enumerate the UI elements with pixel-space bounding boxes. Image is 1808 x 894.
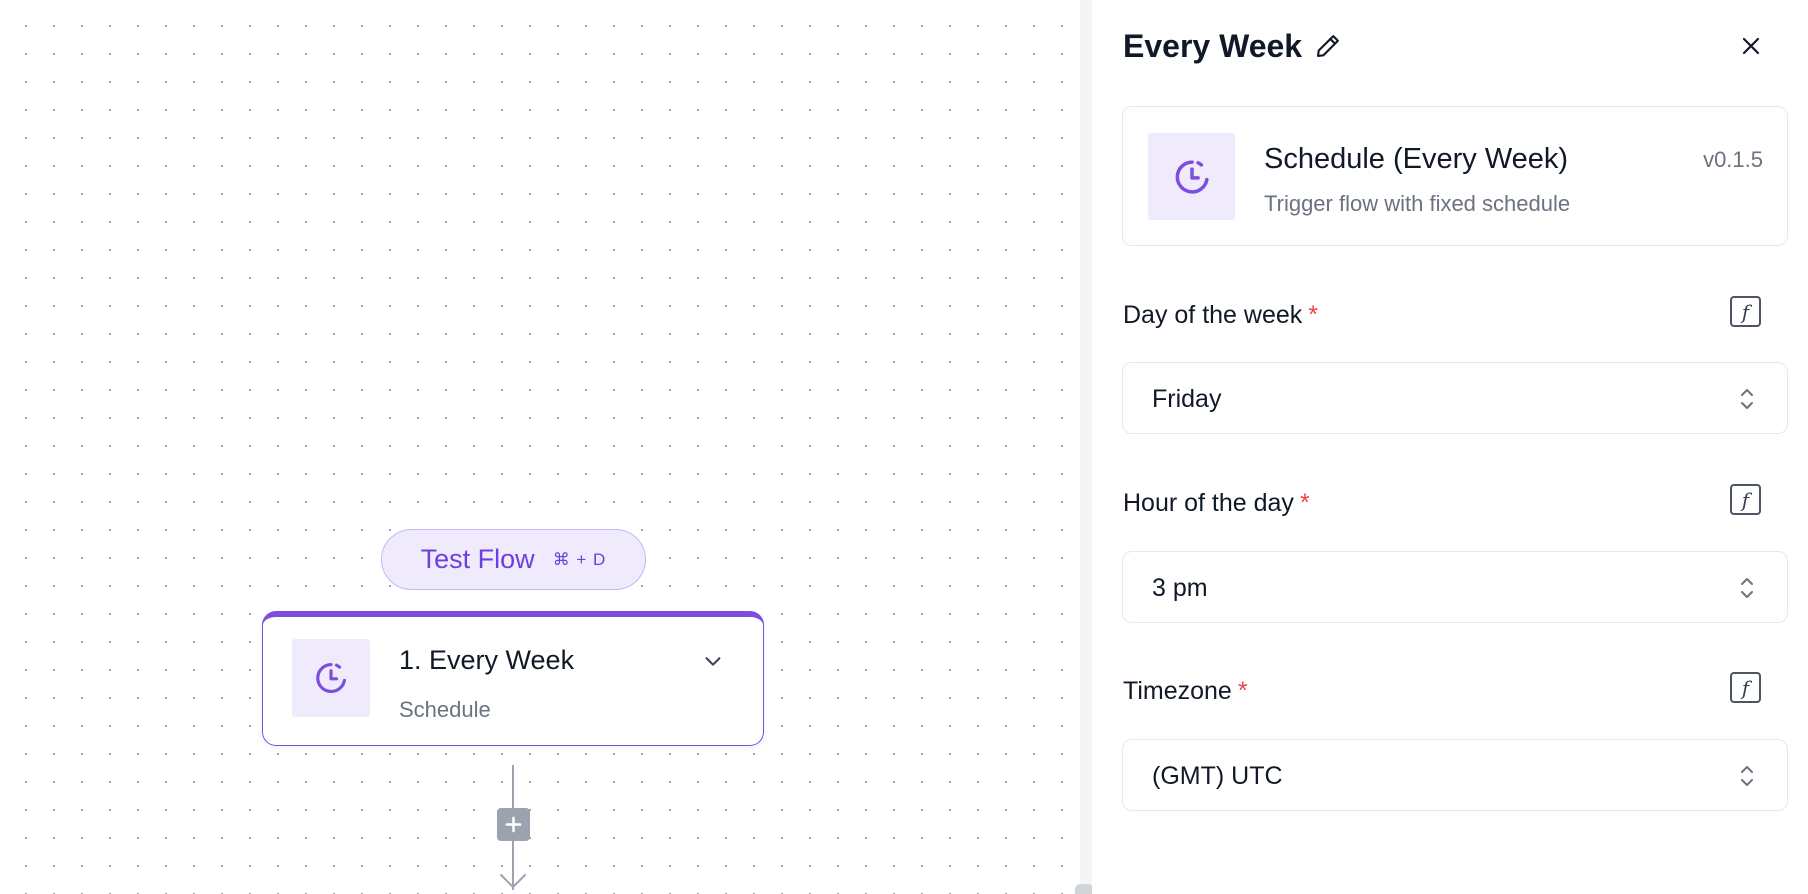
clock-icon xyxy=(316,662,347,694)
panel-resize-handle[interactable] xyxy=(1075,884,1093,894)
day-of-week-label: Day of the week * xyxy=(1123,301,1318,330)
step-card-every-week[interactable]: 1. Every Week Schedule xyxy=(262,611,764,746)
flow-canvas[interactable]: Test Flow ⌘ + D 1. Every Week Schedule xyxy=(0,0,1080,894)
hour-of-day-label-text: Hour of the day xyxy=(1123,489,1294,517)
chevrons-up-down-icon xyxy=(1733,574,1761,602)
panel-title: Every Week xyxy=(1123,28,1303,64)
piece-version: v0.1.5 xyxy=(1703,147,1763,172)
required-marker: * xyxy=(1299,489,1310,517)
step-icon xyxy=(292,639,370,717)
chevrons-up-down-icon xyxy=(1733,762,1761,790)
day-of-week-value: Friday xyxy=(1152,385,1222,413)
panel-divider xyxy=(1080,0,1092,894)
piece-name: Schedule (Every Week) xyxy=(1264,143,1569,175)
dynamic-value-toggle-day[interactable]: f xyxy=(1730,296,1761,327)
timezone-select[interactable]: (GMT) UTC xyxy=(1122,739,1788,811)
test-flow-label: Test Flow xyxy=(420,544,535,574)
arrow-down-icon xyxy=(500,874,526,888)
timezone-label: Timezone * xyxy=(1123,677,1248,706)
edit-title-button[interactable] xyxy=(1312,30,1344,62)
clock-icon xyxy=(1175,159,1209,194)
step-title: 1. Every Week xyxy=(399,645,575,675)
piece-description: Trigger flow with fixed schedule xyxy=(1264,191,1571,216)
hour-of-day-select[interactable]: 3 pm xyxy=(1122,551,1788,623)
day-of-week-label-text: Day of the week xyxy=(1123,301,1303,329)
piece-icon xyxy=(1148,133,1235,220)
add-step-button[interactable] xyxy=(497,808,530,841)
step-settings-panel: Every Week Schedule (Every Week) Trigger… xyxy=(1092,0,1808,894)
timezone-value: (GMT) UTC xyxy=(1152,762,1283,790)
plus-icon xyxy=(505,816,522,833)
close-panel-button[interactable] xyxy=(1735,30,1767,62)
test-flow-shortcut: ⌘ + D xyxy=(552,549,607,569)
timezone-label-text: Timezone xyxy=(1123,677,1232,705)
hour-of-day-value: 3 pm xyxy=(1152,574,1208,602)
pencil-icon xyxy=(1317,35,1339,57)
function-icon: f xyxy=(1741,299,1750,324)
dynamic-value-toggle-hour[interactable]: f xyxy=(1730,484,1761,515)
required-marker: * xyxy=(1308,301,1318,329)
chevron-down-icon[interactable] xyxy=(699,647,727,675)
required-marker: * xyxy=(1237,677,1248,705)
flow-builder: Test Flow ⌘ + D 1. Every Week Schedule E… xyxy=(0,0,1808,894)
day-of-week-select[interactable]: Friday xyxy=(1122,362,1788,434)
close-icon xyxy=(1742,37,1760,55)
piece-info-card: Schedule (Every Week) Trigger flow with … xyxy=(1122,106,1788,246)
function-icon: f xyxy=(1741,487,1750,512)
chevrons-up-down-icon xyxy=(1733,385,1761,413)
hour-of-day-label: Hour of the day * xyxy=(1123,489,1310,518)
step-subtitle: Schedule xyxy=(399,697,491,722)
function-icon: f xyxy=(1741,675,1750,700)
dynamic-value-toggle-timezone[interactable]: f xyxy=(1730,672,1761,703)
test-flow-button[interactable]: Test Flow ⌘ + D xyxy=(381,529,646,590)
